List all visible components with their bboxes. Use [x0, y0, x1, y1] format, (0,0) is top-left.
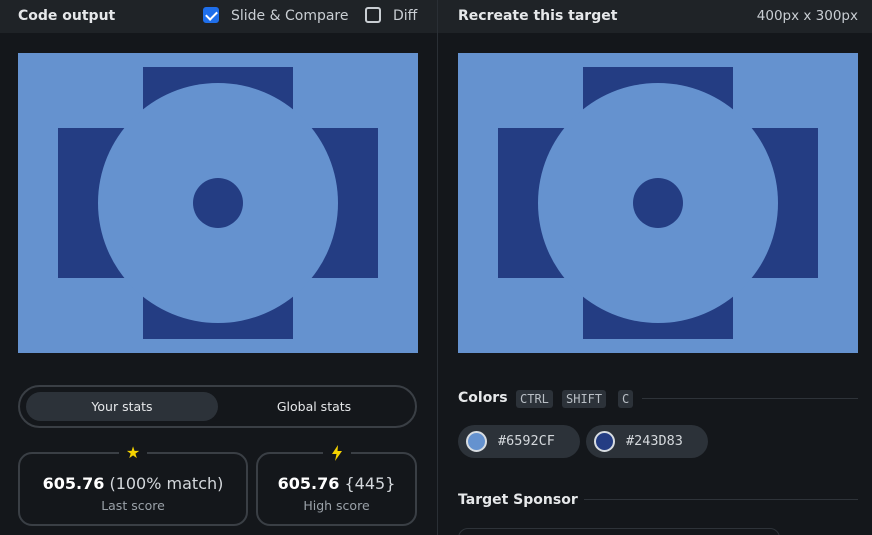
code-output-canvas[interactable] — [18, 53, 418, 353]
sponsor-heading: Target Sponsor — [458, 492, 578, 508]
last-score-value: 605.76 — [42, 474, 105, 493]
stats-toggle: Your stats Global stats — [18, 385, 417, 428]
bolt-glyph — [331, 445, 342, 461]
high-score-card: 605.76 {445} High score — [256, 443, 417, 526]
last-score-card: ★ 605.76 (100% match) Last score — [18, 443, 248, 526]
colors-divider — [642, 398, 858, 399]
color-chip-light[interactable]: #6592CF — [458, 425, 580, 458]
colors-heading: Colors — [458, 390, 508, 406]
target-center-dot — [633, 178, 683, 228]
shortcut-key-shift: SHIFT — [562, 390, 607, 408]
slide-compare-label[interactable]: Slide & Compare — [231, 8, 349, 24]
high-score-label: High score — [303, 498, 370, 513]
shortcut-key-ctrl: CTRL — [516, 390, 553, 408]
sponsor-divider — [584, 499, 858, 500]
target-dimensions: 400px x 300px — [756, 8, 858, 24]
color-code-light: #6592CF — [498, 433, 555, 449]
target-header: Recreate this target 400px x 300px — [438, 0, 872, 33]
target-image[interactable] — [458, 53, 858, 353]
center-dot — [193, 178, 243, 228]
target-title: Recreate this target — [458, 8, 618, 24]
diff-label[interactable]: Diff — [393, 8, 417, 24]
color-chip-dark[interactable]: #243D83 — [586, 425, 708, 458]
high-score-count: {445} — [344, 474, 396, 493]
sponsor-box[interactable] — [458, 528, 780, 535]
bolt-icon — [322, 443, 351, 463]
high-score-value: 605.76 — [277, 474, 340, 493]
color-swatch-light — [466, 431, 487, 452]
tab-your-stats[interactable]: Your stats — [26, 392, 218, 421]
slide-compare-checkbox[interactable] — [203, 7, 219, 23]
last-score-label: Last score — [101, 498, 165, 513]
tab-global-stats[interactable]: Global stats — [218, 392, 410, 421]
last-score-match: (100% match) — [109, 474, 224, 493]
target-panel: Recreate this target 400px x 300px Color… — [438, 0, 872, 535]
diff-checkbox[interactable] — [365, 7, 381, 23]
star-icon: ★ — [119, 443, 147, 463]
color-swatch-dark — [594, 431, 615, 452]
color-code-dark: #243D83 — [626, 433, 683, 449]
code-output-panel: Code output Slide & Compare Diff Your st… — [0, 0, 437, 535]
shortcut-key-c: C — [618, 390, 634, 408]
code-output-header: Code output Slide & Compare Diff — [0, 0, 437, 33]
code-output-title: Code output — [18, 8, 116, 24]
